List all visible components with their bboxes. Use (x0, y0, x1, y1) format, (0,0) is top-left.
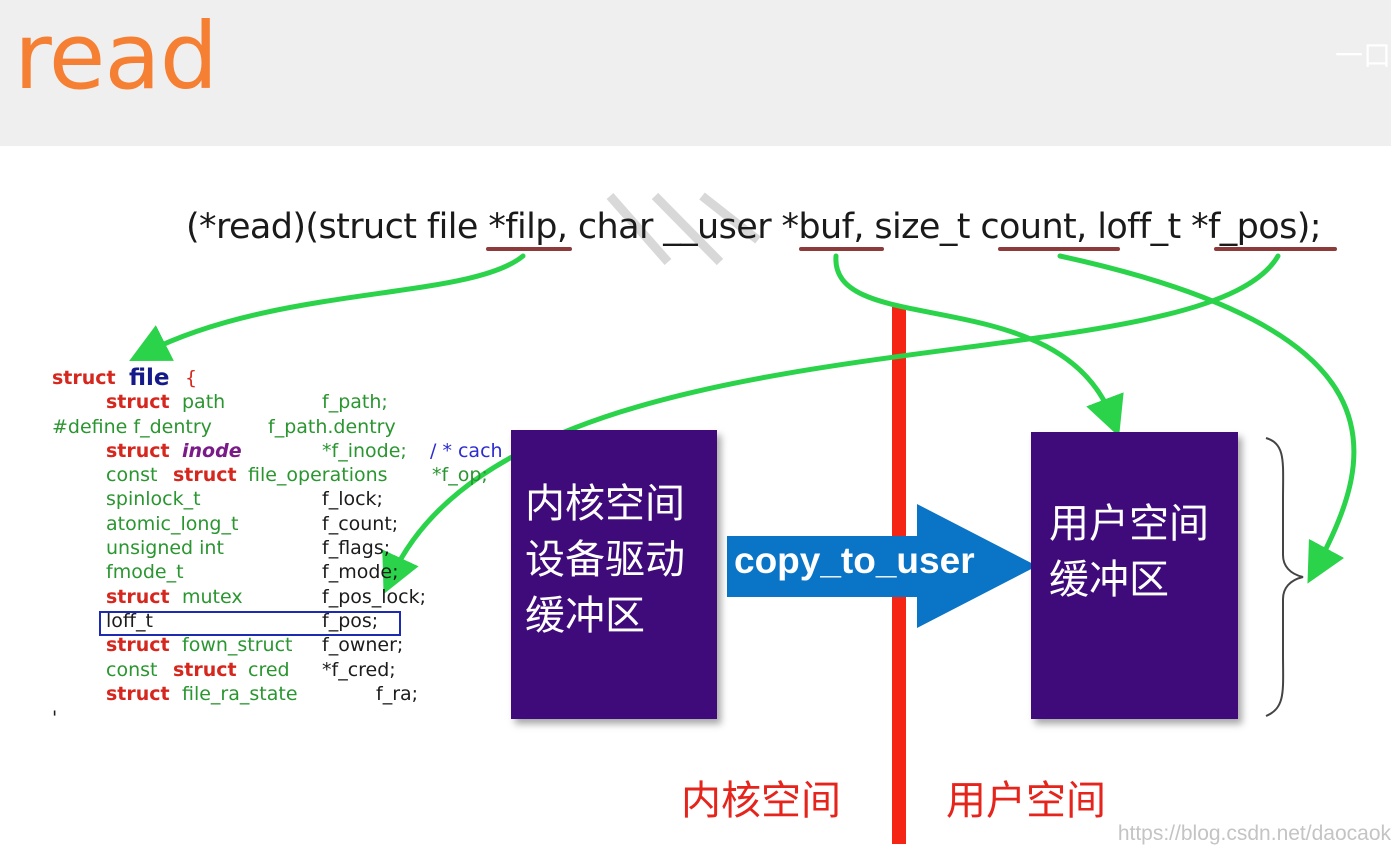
code-token: fown_struct (182, 634, 293, 657)
kernel-buffer-line-3: 缓冲区 (525, 593, 645, 639)
kernel-buffer-box: 内核空间 设备驱动 缓冲区 (511, 430, 717, 719)
struct-file-code: struct file{struct path f_path; #define f_de… (52, 366, 512, 726)
read-signature: (*read)(struct file *filp, char __user *… (186, 207, 1322, 247)
code-token: f_owner; (322, 634, 404, 657)
code-line-struct-end: ' (52, 706, 512, 726)
code-token: f_lock; (322, 488, 383, 511)
connector-buf-to-user-buffer (833, 253, 1124, 437)
code-token: *f_inode; (322, 439, 407, 462)
code-line-field-f-owner: struct fown_struct f_owner; (52, 633, 512, 657)
code-token: struct (106, 634, 170, 657)
code-token: f_path.dentry (268, 415, 396, 438)
code-line-field-f-path: struct path f_path; (52, 390, 512, 414)
code-line-struct-header: struct file { (52, 366, 512, 390)
code-line-field-f-count: atomic_long_t f_count; (52, 512, 512, 536)
code-line-define-f-dentry: #define f_dentry f_path.dentry (52, 415, 512, 439)
kernel-buffer-line-1: 内核空间 (525, 481, 685, 527)
code-token: const (106, 464, 158, 487)
kernel-space-label: 内核空间 (681, 778, 841, 824)
code-token: f_ra; (376, 682, 419, 705)
code-token: cred (248, 658, 290, 681)
code-line-field-f-cred: const struct cred *f_cred; (52, 658, 512, 682)
copy-to-user-label: copy_to_user (734, 540, 975, 581)
code-token: f_flags; (322, 537, 391, 560)
f-pos-highlight (99, 611, 401, 636)
watermark-url: https://blog.csdn.net/daocaok (1117, 822, 1391, 845)
code-token: inode (182, 439, 242, 462)
code-token: *f_cred; (322, 658, 396, 681)
code-token: / * cach (430, 439, 503, 462)
code-token: f_pos_lock; (322, 585, 427, 608)
code-token: f_count; (322, 512, 399, 535)
code-token: { (185, 367, 198, 389)
code-line-field-f-inode: struct inode *f_inode; / * cach (52, 439, 512, 463)
code-line-field-f-ra: struct file_ra_state f_ra; (52, 682, 512, 706)
connector-filp-to-struct (129, 253, 526, 361)
code-token: path (182, 391, 226, 414)
code-token: struct (106, 682, 170, 705)
code-line-field-f-flags: unsigned int f_flags; (52, 536, 512, 560)
code-token: f_mode; (322, 561, 399, 584)
code-token: struct (173, 464, 237, 487)
code-token: const (106, 658, 158, 681)
code-token: spinlock_t (106, 488, 201, 511)
code-token: file (129, 366, 170, 391)
code-token: file_operations (248, 464, 388, 487)
user-buffer-line-1: 用户空间 (1049, 501, 1209, 547)
code-line-field-f-pos-lock: struct mutex f_pos_lock; (52, 585, 512, 609)
kernel-buffer-line-2: 设备驱动 (525, 537, 685, 583)
code-token: struct (106, 585, 170, 608)
code-token: struct (173, 658, 237, 681)
code-token: atomic_long_t (106, 512, 239, 535)
user-space-label: 用户空间 (946, 778, 1106, 824)
code-token: *f_op; (432, 464, 488, 487)
code-token: struct (106, 439, 170, 462)
user-buffer-line-2: 缓冲区 (1049, 557, 1169, 603)
code-token: unsigned int (106, 537, 224, 560)
user-buffer-brace (1265, 437, 1304, 717)
code-token: struct (52, 367, 116, 389)
user-buffer-box: 用户空间 缓冲区 (1031, 432, 1238, 719)
code-token: mutex (182, 585, 243, 608)
code-token: fmode_t (106, 561, 184, 584)
code-token: file_ra_state (182, 682, 298, 705)
code-token: #define f_dentry (52, 415, 212, 438)
code-token: struct (106, 391, 170, 414)
code-line-field-f-mode: fmode_t f_mode; (52, 560, 512, 584)
code-line-field-f-lock: spinlock_t f_lock; (52, 487, 512, 511)
code-token: f_path; (322, 391, 388, 414)
code-token: ' (52, 707, 58, 726)
code-line-field-f-op: const struct file_operations *f_op; (52, 463, 512, 487)
